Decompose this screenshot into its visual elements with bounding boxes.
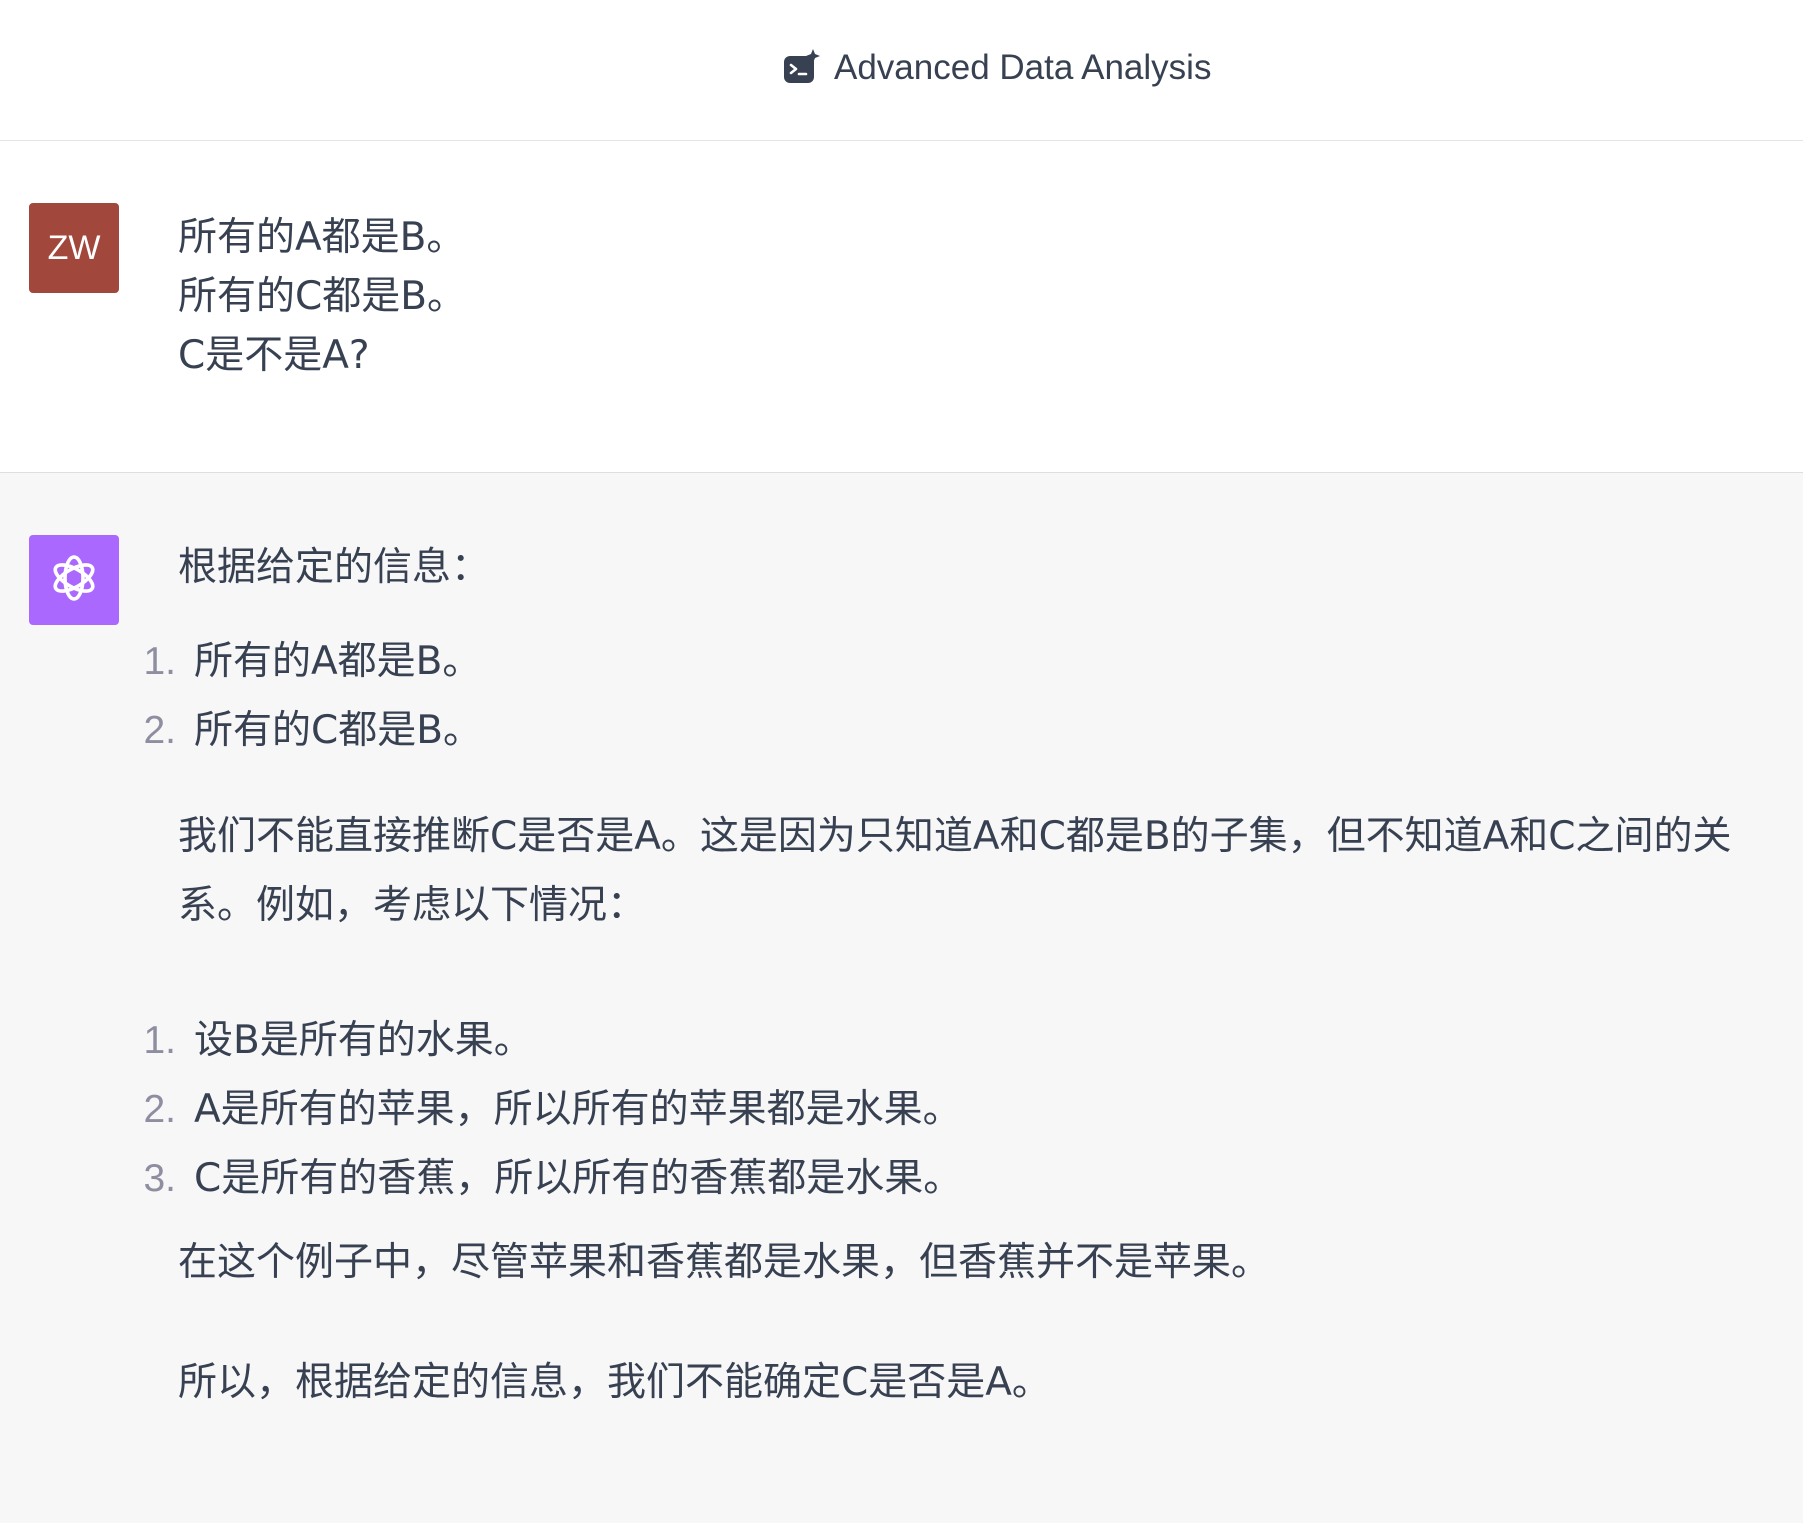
explanation-line: 系。例如，考虑以下情况： (178, 883, 647, 928)
list-text: C是所有的香蕉，所以所有的香蕉都是水果。 (194, 1156, 963, 1201)
list-number: 2. (143, 709, 176, 752)
list-item: 1. 设B是所有的水果。 (120, 1006, 962, 1075)
assistant-message: 根据给定的信息： 1. 所有的A都是B。 2. 所有的C都是B。 我们不能直接推… (0, 473, 1803, 1523)
list-number: 2. (143, 1088, 176, 1131)
assistant-conclusion: 所以，根据给定的信息，我们不能确定C是否是A。 (178, 1360, 1051, 1405)
data-analysis-icon (782, 48, 822, 88)
user-message-text: 所有的A都是B。 所有的C都是B。 C是不是A? (178, 208, 466, 385)
list-item: 1. 所有的A都是B。 (120, 627, 482, 696)
list-text: 所有的A都是B。 (194, 639, 482, 684)
user-message-line: 所有的C都是B。 (178, 274, 466, 319)
list-item: 2. A是所有的苹果，所以所有的苹果都是水果。 (120, 1075, 962, 1144)
model-name: Advanced Data Analysis (834, 48, 1212, 87)
list-text: 所有的C都是B。 (194, 708, 482, 753)
explanation-line: 我们不能直接推断C是否是A。这是因为只知道A和C都是B的子集，但不知道A和C之间… (178, 814, 1732, 859)
user-message-line: 所有的A都是B。 (178, 215, 466, 260)
model-selector[interactable]: Advanced Data Analysis (782, 44, 1211, 92)
example-list: 1. 设B是所有的水果。 2. A是所有的苹果，所以所有的苹果都是水果。 3. … (120, 1006, 962, 1213)
premises-list: 1. 所有的A都是B。 2. 所有的C都是B。 (120, 627, 482, 765)
list-number: 3. (143, 1157, 176, 1200)
list-number: 1. (143, 640, 176, 683)
list-number: 1. (143, 1019, 176, 1062)
assistant-avatar (29, 535, 119, 625)
list-text: A是所有的苹果，所以所有的苹果都是水果。 (194, 1087, 962, 1132)
openai-logo-icon (45, 549, 103, 611)
user-message: ZW 所有的A都是B。 所有的C都是B。 C是不是A? (0, 141, 1803, 473)
assistant-explanation: 我们不能直接推断C是否是A。这是因为只知道A和C都是B的子集，但不知道A和C之间… (178, 802, 1732, 940)
top-header: Advanced Data Analysis (0, 0, 1803, 141)
user-message-line: C是不是A? (178, 333, 370, 378)
user-avatar: ZW (29, 203, 119, 293)
list-item: 3. C是所有的香蕉，所以所有的香蕉都是水果。 (120, 1144, 962, 1213)
example-note: 在这个例子中，尽管苹果和香蕉都是水果，但香蕉并不是苹果。 (178, 1240, 1271, 1285)
list-item: 2. 所有的C都是B。 (120, 696, 482, 765)
assistant-intro: 根据给定的信息： (178, 545, 491, 590)
list-text: 设B是所有的水果。 (194, 1018, 533, 1063)
